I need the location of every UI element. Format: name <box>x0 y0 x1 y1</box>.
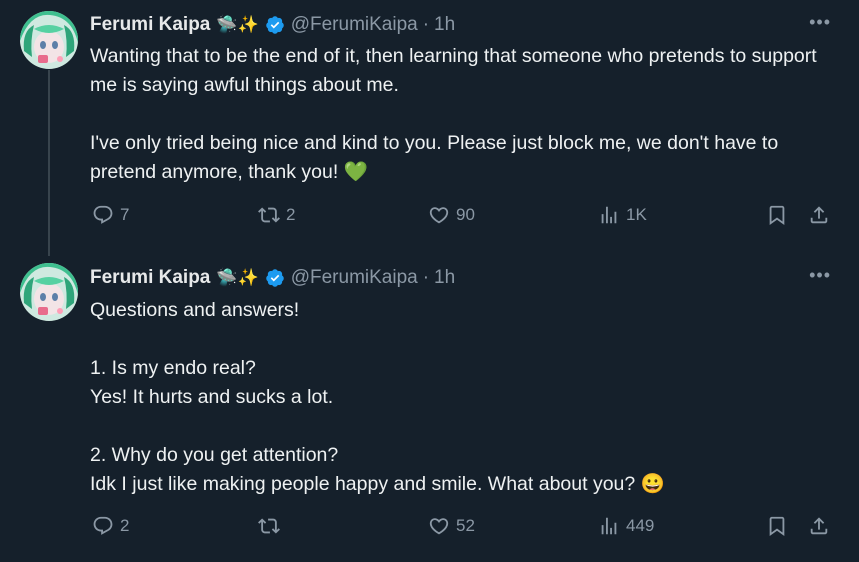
like-button[interactable]: 52 <box>428 515 475 537</box>
reply-icon <box>93 516 113 535</box>
author-name[interactable]: Ferumi Kaipa <box>90 14 210 36</box>
action-bar: 2 52 449 <box>90 515 839 541</box>
thread-line <box>48 70 50 256</box>
verified-badge-icon <box>265 16 284 34</box>
retweet-button[interactable]: 2 <box>258 204 295 226</box>
tweet-header: Ferumi Kaipa 🛸✨ @FerumiKaipa · 1h <box>90 12 839 38</box>
bookmark-button[interactable] <box>766 515 788 537</box>
author-handle[interactable]: @FerumiKaipa <box>291 267 418 289</box>
views-icon <box>601 517 617 535</box>
avatar[interactable] <box>20 263 78 321</box>
share-button[interactable] <box>808 515 830 537</box>
tweet-text: Wanting that to be the end of it, then l… <box>90 45 817 183</box>
retweet-icon <box>258 518 280 534</box>
share-button[interactable] <box>808 204 830 226</box>
reply-count: 2 <box>120 516 130 535</box>
bookmark-icon <box>769 516 785 537</box>
like-count: 90 <box>456 205 475 224</box>
views-button[interactable]: 1K <box>598 204 647 226</box>
reply-count: 7 <box>120 205 130 224</box>
separator-dot: · <box>422 267 430 288</box>
name-emojis: 🛸✨ <box>216 15 259 34</box>
retweet-button[interactable] <box>258 515 286 537</box>
timestamp[interactable]: 1h <box>434 14 455 36</box>
author-name[interactable]: Ferumi Kaipa <box>90 267 210 289</box>
bookmark-icon <box>769 205 785 226</box>
share-icon <box>810 206 828 224</box>
bookmark-button[interactable] <box>766 204 788 226</box>
retweet-icon <box>258 207 280 223</box>
retweet-count: 2 <box>286 205 296 224</box>
author-handle[interactable]: @FerumiKaipa <box>291 14 418 36</box>
timestamp[interactable]: 1h <box>434 267 455 289</box>
views-count: 449 <box>626 516 655 535</box>
views-count: 1K <box>626 205 647 224</box>
tweet[interactable]: Ferumi Kaipa 🛸✨ @FerumiKaipa · 1h ••• Wa… <box>0 0 859 256</box>
reply-icon <box>93 205 113 224</box>
share-icon <box>810 517 828 535</box>
views-icon <box>601 206 617 224</box>
name-emojis: 🛸✨ <box>216 268 259 287</box>
separator-dot: · <box>422 14 430 35</box>
like-button[interactable]: 90 <box>428 204 475 226</box>
more-options-icon[interactable]: ••• <box>809 12 831 33</box>
tweet-header: Ferumi Kaipa 🛸✨ @FerumiKaipa · 1h <box>90 265 839 291</box>
tweet[interactable]: Ferumi Kaipa 🛸✨ @FerumiKaipa · 1h ••• Qu… <box>0 250 859 562</box>
reply-button[interactable]: 2 <box>92 515 129 537</box>
views-button[interactable]: 449 <box>598 515 654 537</box>
more-options-icon[interactable]: ••• <box>809 265 831 286</box>
tweet-text: Questions and answers! 1. Is my endo rea… <box>90 299 665 495</box>
like-icon <box>429 207 449 224</box>
reply-button[interactable]: 7 <box>92 204 129 226</box>
like-icon <box>429 518 449 535</box>
action-bar: 7 2 90 1K <box>90 204 839 230</box>
avatar[interactable] <box>20 11 78 69</box>
like-count: 52 <box>456 516 475 535</box>
verified-badge-icon <box>265 269 284 287</box>
